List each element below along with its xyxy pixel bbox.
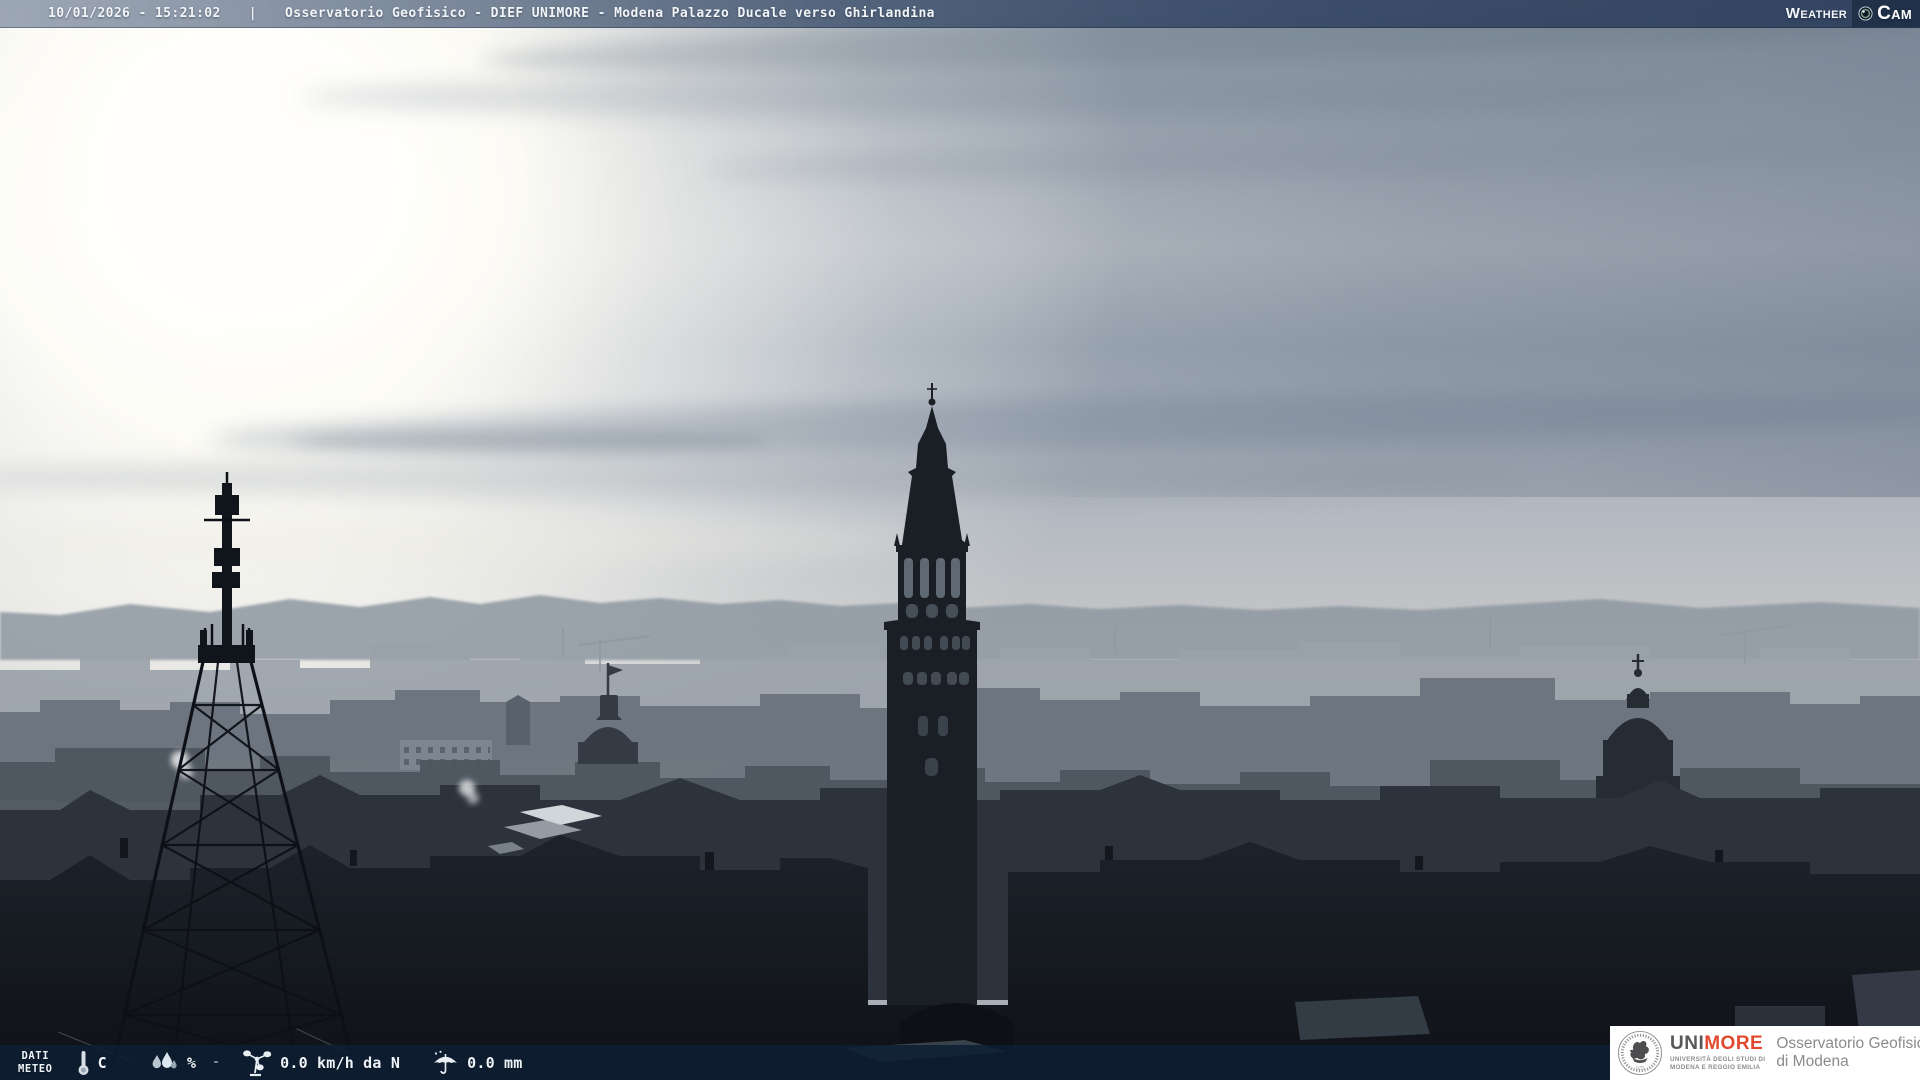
unimore-wordmark: UNIMORE UNIVERSITÀ DEGLI STUDI DI MODENA… <box>1670 1034 1765 1072</box>
humidity-field: % - <box>149 1050 220 1075</box>
weathercam-word-cam: Cam <box>1877 2 1912 24</box>
webcam-frame: 10/01/2026 - 15:21:02 | Osservatorio Geo… <box>0 0 1920 1080</box>
humidity-unit: % <box>186 1053 197 1072</box>
humidity-missing-mark: - <box>212 1055 221 1070</box>
wind-field: 0.0 km/h da N <box>242 1049 400 1077</box>
city-skyline <box>0 383 1920 1080</box>
rain-field: 0.0 mm <box>432 1050 522 1076</box>
weathercam-word-weather: Weather <box>1785 5 1848 22</box>
top-info-bar: 10/01/2026 - 15:21:02 | Osservatorio Geo… <box>0 0 1920 28</box>
umbrella-icon <box>434 1050 458 1074</box>
rain-value: 0.0 mm <box>467 1053 523 1072</box>
webcam-title: Osservatorio Geofisico - DIEF UNIMORE - … <box>285 6 935 21</box>
temperature-field: C <box>77 1050 107 1076</box>
weathercam-logo: Weather Cam <box>1786 0 1920 27</box>
unimore-subtitle-line2: MODENA E REGGIO EMILIA <box>1670 1064 1761 1071</box>
university-seal-icon: 1175 <box>1617 1030 1663 1076</box>
timestamp: 10/01/2026 - 15:21:02 <box>48 6 221 21</box>
unimore-word-more: MORE <box>1704 1033 1764 1055</box>
unimore-logo-box: 1175 UNIMORE UNIVERSITÀ DEGLI STUDI DI M… <box>1610 1026 1920 1080</box>
wind-value: 0.0 km/h da N <box>280 1053 401 1072</box>
weathercam-panel: Cam <box>1852 0 1920 27</box>
separator: | <box>248 6 257 21</box>
meteo-data-label: DATI METEO <box>18 1049 53 1075</box>
unimore-word-uni: UNI <box>1670 1033 1705 1055</box>
temperature-unit: C <box>97 1053 107 1072</box>
water-drops-icon <box>152 1052 177 1069</box>
svg-text:1175: 1175 <box>1636 1065 1645 1070</box>
mid-campanile <box>506 695 530 745</box>
ghirlandina-tower <box>880 383 984 1062</box>
thermometer-icon <box>78 1050 89 1075</box>
anemometer-icon <box>243 1049 272 1076</box>
observatory-name: Osservatorio Geofisico di Modena <box>1776 1034 1920 1070</box>
unimore-subtitle-line1: UNIVERSITÀ DEGLI STUDI DI <box>1670 1056 1766 1064</box>
camera-lens-icon <box>1858 6 1873 21</box>
